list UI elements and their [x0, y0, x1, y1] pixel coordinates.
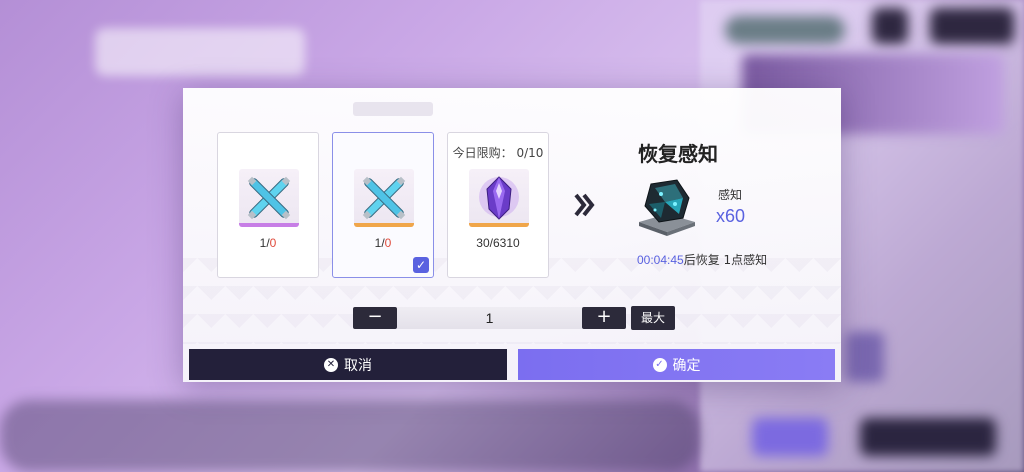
background-mini-card: [846, 332, 884, 382]
item-count: 1/0: [259, 236, 277, 250]
crossed-energy-rods-icon: [354, 169, 414, 227]
background-bottom-bar: [0, 400, 700, 472]
background-icon-button: [872, 8, 908, 44]
item-card-rods-2[interactable]: 1/0 ✓: [332, 132, 434, 278]
background-purple-button: [752, 418, 828, 456]
item-card-rods-1[interactable]: 1/0: [217, 132, 319, 278]
purple-crystal-icon: [469, 169, 529, 227]
quantity-value[interactable]: 1: [397, 307, 582, 329]
item-card-crystal[interactable]: 今日限购： 0/10 30/6310: [447, 132, 549, 278]
confirm-label: 确定: [672, 357, 701, 374]
perception-crystal-icon: [631, 174, 703, 236]
confirm-button[interactable]: ✓ 确定: [518, 349, 835, 380]
increase-button[interactable]: +: [582, 307, 626, 329]
restore-perception-dialog: 1/0 1/0 ✓ 今日限购： 0/10 30/6310 恢复感知 感知 x60…: [183, 88, 841, 382]
daily-limit: 今日限购： 0/10: [452, 146, 544, 160]
recover-info: 00:04:45后恢复 1点感知: [637, 253, 768, 267]
background-top-button: [930, 8, 1014, 44]
reward-amount: x60: [716, 206, 746, 226]
check-icon: ✓: [652, 357, 667, 372]
selected-checkbox[interactable]: ✓: [413, 257, 429, 273]
item-count: 1/0: [374, 236, 392, 250]
item-count: 30/6310: [476, 236, 520, 250]
crossed-energy-rods-icon: [239, 169, 299, 227]
background-dark-button: [860, 418, 996, 456]
close-icon: ✕: [324, 357, 338, 372]
reward-title: 恢复感知: [638, 142, 718, 166]
cancel-label: 取消: [344, 357, 372, 374]
dialog-header-faint: [353, 102, 433, 116]
background-resource-pill: [725, 16, 845, 44]
reward-label: 感知: [718, 188, 743, 202]
background-title: [95, 28, 305, 76]
double-chevron-right-icon: [572, 190, 596, 220]
max-button[interactable]: 最大: [631, 306, 675, 330]
cancel-button[interactable]: ✕ 取消: [189, 349, 507, 380]
decrease-button[interactable]: −: [353, 307, 397, 329]
